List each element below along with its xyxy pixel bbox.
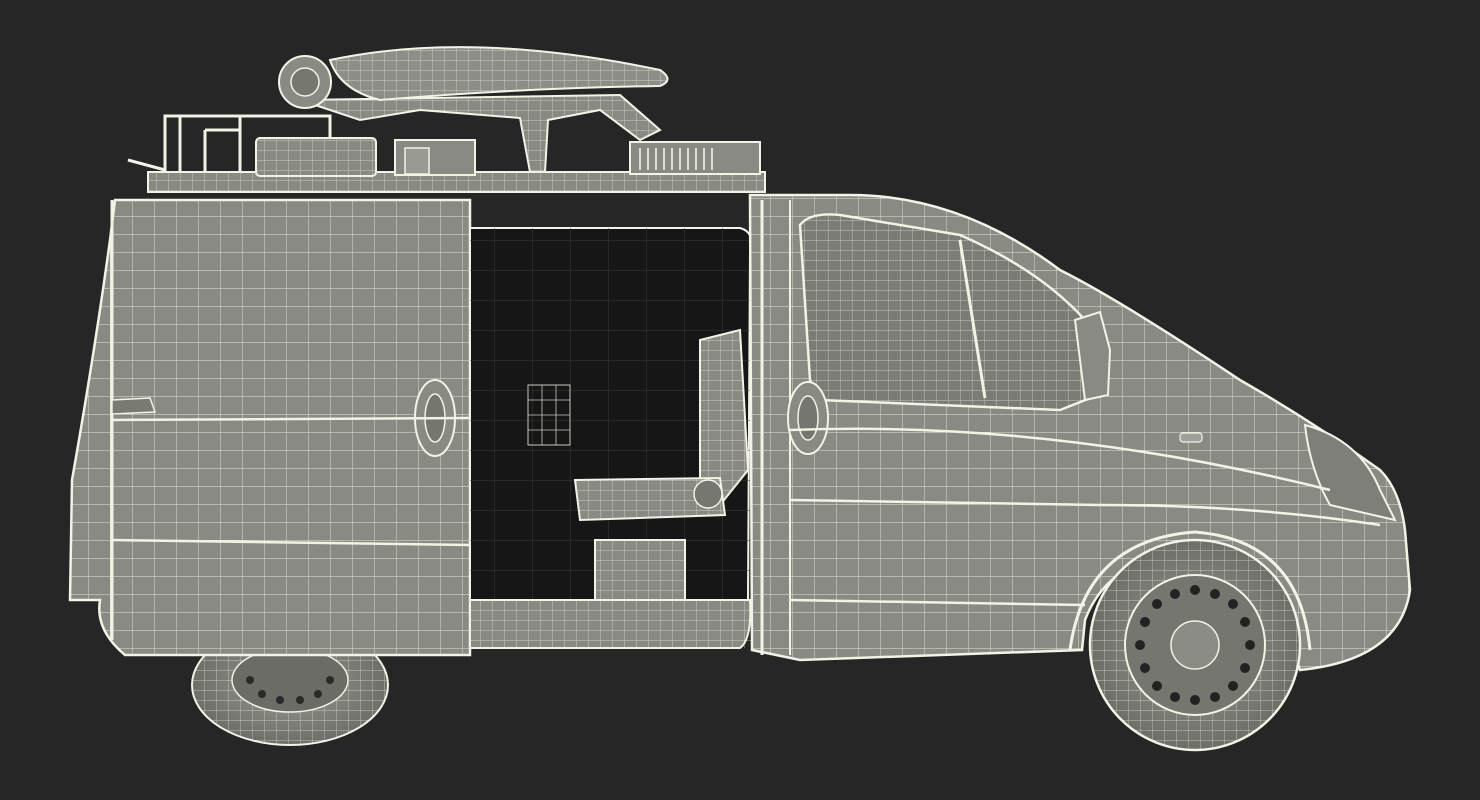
front-wheel bbox=[1088, 538, 1302, 752]
van-render bbox=[68, 46, 1412, 752]
roof-equipment bbox=[127, 46, 766, 193]
render-viewport bbox=[0, 0, 1480, 800]
